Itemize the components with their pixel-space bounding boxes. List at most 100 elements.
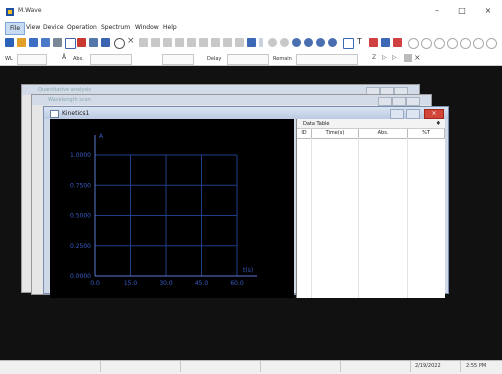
measure-icon-3[interactable] [163, 38, 172, 47]
background-window-1-title: Quantitative analysis [38, 87, 91, 93]
delay-field[interactable] [227, 54, 269, 65]
open-icon[interactable] [17, 38, 26, 47]
status-date: 2/19/2022 [415, 363, 441, 369]
option-icon-7[interactable] [486, 38, 497, 49]
app-icon [6, 8, 14, 16]
measure-icon-2[interactable] [151, 38, 160, 47]
save-icon[interactable] [29, 38, 38, 47]
peak-icon[interactable] [369, 38, 378, 47]
x-tick-label: 0.0 [90, 280, 100, 287]
zoom-reset-icon[interactable] [328, 38, 337, 47]
status-divider [100, 361, 101, 372]
kinetics-window-title: Kinetics1 [62, 110, 90, 117]
stop-x-icon[interactable]: × [414, 53, 421, 62]
print-icon[interactable] [53, 38, 62, 47]
autoscale-icon[interactable] [343, 38, 354, 49]
measure-icon-6[interactable] [199, 38, 208, 47]
column-header-time[interactable]: Time(s) [312, 129, 359, 139]
baseline-icon[interactable] [77, 38, 86, 47]
stop-icon[interactable] [114, 38, 125, 49]
clear-icon[interactable]: × [127, 36, 135, 46]
kinetics-maximize-button[interactable] [406, 109, 420, 119]
zoom-fit-icon[interactable] [316, 38, 325, 47]
zoom-icon-2[interactable] [280, 38, 289, 47]
kinetics-close-button[interactable]: × [424, 109, 444, 119]
x-tick-label: 30.0 [159, 280, 173, 287]
column-divider [358, 138, 359, 298]
background-window-2-titlebar [32, 95, 431, 105]
wl-label: WL [5, 56, 13, 62]
blank-icon[interactable] [101, 38, 110, 47]
background-window-2-close[interactable] [406, 97, 420, 106]
step-icon[interactable]: ▷ [392, 54, 397, 61]
status-time: 2:55 PM [466, 363, 487, 369]
column-header-id[interactable]: ID [297, 129, 312, 139]
y-tick-label: 1.0000 [70, 152, 91, 159]
window-icon [50, 110, 59, 118]
kinetics-minimize-button[interactable] [390, 109, 404, 119]
x-tick-label: 15.0 [124, 280, 138, 287]
measure-icon-4[interactable] [175, 38, 184, 47]
measure-icon-7[interactable] [211, 38, 220, 47]
option-icon-5[interactable] [460, 38, 471, 49]
title-bar [0, 0, 502, 22]
app-title: M.Wave [18, 7, 42, 14]
column-divider [407, 138, 408, 298]
menu-view[interactable]: View [26, 24, 40, 31]
status-divider [340, 361, 341, 372]
column-divider [311, 138, 312, 298]
derivative-icon[interactable] [393, 38, 402, 47]
new-icon[interactable] [5, 38, 14, 47]
abs-label: Abs. [73, 56, 84, 62]
option-icon-4[interactable] [447, 38, 458, 49]
column-header-abs[interactable]: Abs. [359, 129, 408, 139]
measure-icon-9[interactable] [235, 38, 244, 47]
value-field[interactable] [162, 54, 194, 65]
option-icon-3[interactable] [434, 38, 445, 49]
measure-icon-1[interactable] [139, 38, 148, 47]
y-tick-label: 0.5000 [70, 213, 91, 220]
pin-icon[interactable]: ♦ [436, 120, 441, 127]
menu-device[interactable]: Device [43, 24, 64, 31]
maximize-button[interactable]: □ [455, 5, 469, 17]
remain-label: Remain [273, 56, 292, 62]
measure-icon-8[interactable] [223, 38, 232, 47]
separator-icon [259, 38, 263, 47]
valley-icon[interactable] [381, 38, 390, 47]
table-icon[interactable] [89, 38, 98, 47]
x-tick-label: 45.0 [195, 280, 209, 287]
unit-icon: Z [372, 54, 377, 61]
option-icon-1[interactable] [408, 38, 419, 49]
wl-field[interactable] [17, 54, 47, 65]
bar-icon[interactable] [247, 38, 256, 47]
menu-spectrum[interactable]: Spectrum [101, 24, 130, 31]
y-tick-label: 0.2500 [70, 243, 91, 250]
menu-operation[interactable]: Operation [67, 24, 97, 31]
text-icon[interactable]: T [357, 37, 362, 46]
data-table-panel: Data Table ♦ ID Time(s) Abs. %T [296, 119, 445, 298]
minimize-button[interactable]: – [430, 5, 444, 17]
option-icon-2[interactable] [421, 38, 432, 49]
play-icon[interactable]: ▷ [382, 54, 387, 61]
remain-field[interactable] [296, 54, 358, 65]
kinetics-window-titlebar [44, 107, 448, 119]
background-window-2-min[interactable] [378, 97, 392, 106]
grid-icon[interactable] [404, 54, 412, 62]
save-all-icon[interactable] [41, 38, 50, 47]
option-icon-6[interactable] [473, 38, 484, 49]
menu-window[interactable]: Window [135, 24, 159, 31]
abs-field[interactable] [90, 54, 132, 65]
menu-file[interactable]: File [5, 22, 26, 35]
close-button[interactable]: × [481, 5, 495, 17]
measure-icon-5[interactable] [187, 38, 196, 47]
chart-area[interactable]: 1.0000 0.7500 0.5000 0.2500 0.0000 0.0 15.0 30.… [50, 119, 294, 298]
column-header-t[interactable]: %T [408, 129, 445, 139]
menu-help[interactable]: Help [163, 24, 177, 31]
background-window-2-title: Wavelength scan [48, 97, 91, 103]
zoom-in-icon[interactable] [292, 38, 301, 47]
zoom-out-icon[interactable] [304, 38, 313, 47]
preview-icon[interactable] [65, 38, 76, 49]
status-divider [460, 361, 461, 372]
zoom-icon-1[interactable] [268, 38, 277, 47]
background-window-2-max[interactable] [392, 97, 406, 106]
